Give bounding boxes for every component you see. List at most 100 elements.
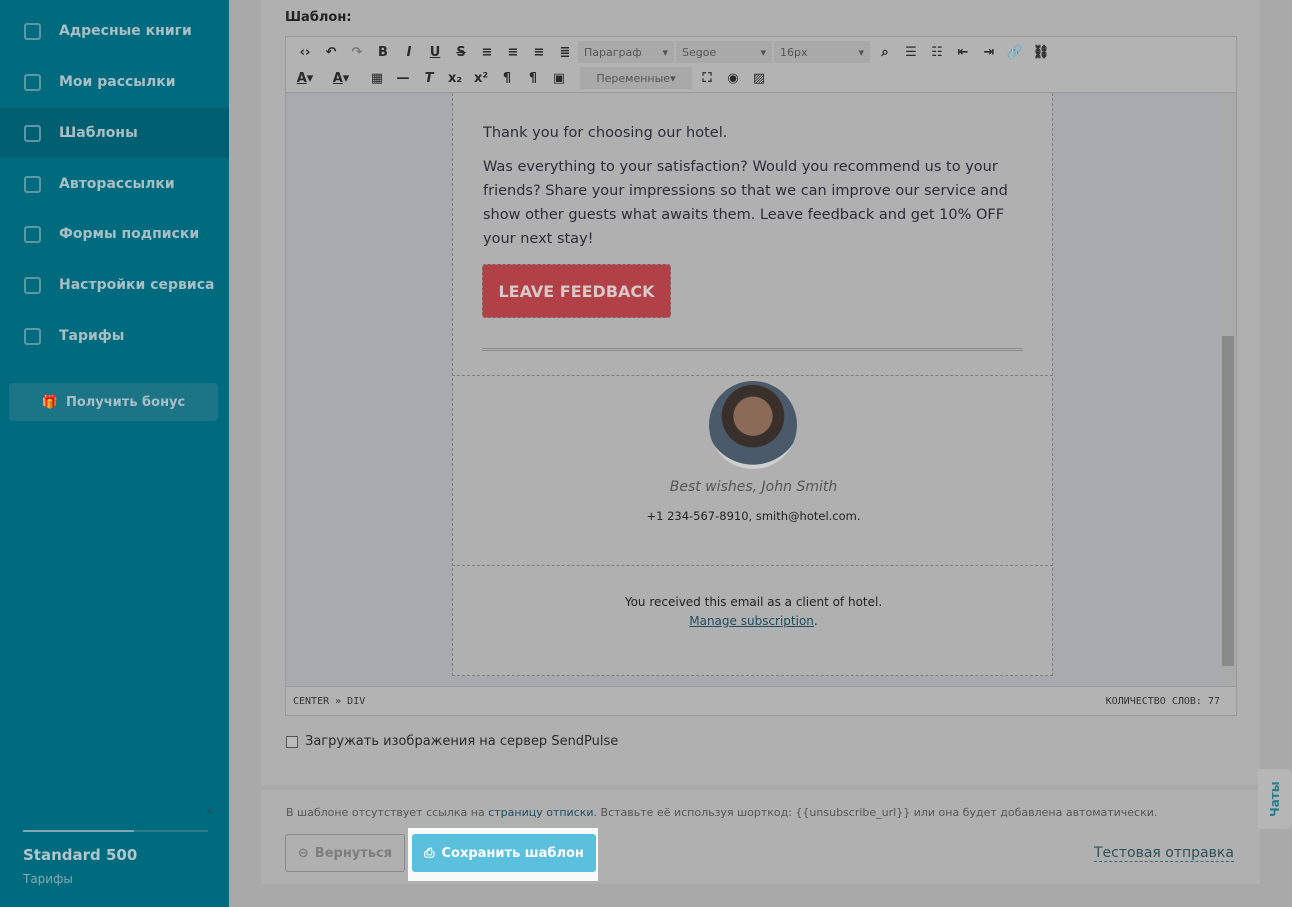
template-label: Шаблон: [285, 10, 352, 25]
bold-icon[interactable]: B [370, 45, 396, 60]
save-template-button[interactable]: ⎙ Сохранить шаблон [412, 834, 596, 872]
italic-icon[interactable]: I [396, 45, 422, 60]
indent-icon[interactable]: ⇥ [976, 45, 1002, 60]
fullscreen-icon[interactable]: ⛶ [694, 71, 720, 86]
source-code-icon[interactable]: ‹› [292, 45, 318, 60]
subscript-icon[interactable]: x₂ [442, 71, 468, 86]
underline-icon[interactable]: U [422, 45, 448, 60]
contacts: +1 234-567-8910, smith@hotel.com. [646, 509, 861, 523]
link-icon[interactable]: 🔗 [1002, 45, 1028, 60]
signature: Best wishes, John Smith [669, 479, 838, 495]
table-icon[interactable]: ▦ [364, 71, 390, 86]
image-icon[interactable]: ▨ [746, 71, 772, 86]
back-icon: ⊖ [297, 845, 309, 861]
size-value: 16px [780, 45, 808, 59]
ltr-icon[interactable]: ¶ [494, 71, 520, 86]
sidebar-item-address-books[interactable]: Адресные книги [0, 6, 229, 56]
align-center-icon[interactable]: ≡ [500, 45, 526, 60]
save-label: Сохранить шаблон [441, 845, 584, 861]
editor-scrollbar[interactable] [1220, 93, 1236, 686]
divider [482, 348, 1023, 351]
redo-icon[interactable]: ↷ [344, 45, 370, 60]
send-icon [24, 73, 41, 91]
section-divider [452, 375, 1053, 376]
sidebar-item-templates[interactable]: Шаблоны [0, 108, 229, 158]
form-icon [24, 225, 41, 243]
note-text: В шаблоне отсутствует ссылка на [286, 806, 489, 819]
plan-link[interactable]: Тарифы [23, 872, 73, 886]
scrollbar-thumb[interactable] [1222, 336, 1234, 666]
font-select[interactable]: Segoe ▾ [676, 41, 772, 63]
font-value: Segoe [682, 45, 717, 59]
footer-text: You received this email as a client of h… [624, 595, 883, 609]
avatar [709, 381, 797, 469]
unlink-icon[interactable]: ⛓ [1028, 45, 1054, 60]
align-left-icon[interactable]: ≡ [474, 45, 500, 60]
editor-statusbar: CENTER » DIV КОЛИЧЕСТВО СЛОВ: 77 [286, 686, 1236, 716]
sidebar-item-campaigns[interactable]: Мои рассылки [0, 57, 229, 107]
email-paragraph: Thank you for choosing our hotel. [483, 125, 728, 141]
format-value: Параграф [584, 45, 642, 59]
sidebar-item-forms[interactable]: Формы подписки [0, 209, 229, 259]
find-icon[interactable]: ⌕ [872, 45, 898, 60]
checkbox-label: Загружать изображения на сервер SendPuls… [305, 734, 619, 749]
plan-progress [23, 830, 208, 832]
background-color-icon[interactable]: A▾ [328, 71, 354, 86]
sidebar-item-pricing[interactable]: Тарифы [0, 311, 229, 361]
chevron-down-icon: ▾ [662, 45, 668, 59]
clear-format-icon[interactable]: T [416, 71, 442, 86]
sidebar-item-automation[interactable]: Авторассылки [0, 159, 229, 209]
manage-subscription-link[interactable]: Manage subscription [689, 614, 814, 628]
bonus-label: Получить бонус [65, 394, 186, 410]
sidebar: Адресные книги Мои рассылки Шаблоны Авто… [0, 0, 229, 907]
align-right-icon[interactable]: ≡ [526, 45, 552, 60]
test-send-link[interactable]: Тестовая отправка [1094, 845, 1234, 862]
unsubscribe-page-link[interactable]: страницу отписки [488, 806, 593, 819]
get-bonus-button[interactable]: 🎁 Получить бонус [9, 383, 218, 421]
collapse-sidebar-icon[interactable]: ‹ [206, 800, 213, 821]
chats-tab[interactable]: Чаты [1258, 769, 1292, 829]
gift-icon: 🎁 [41, 394, 58, 410]
sidebar-item-label: Настройки сервиса [59, 277, 215, 293]
media-icon[interactable]: ▣ [546, 71, 572, 86]
email-body: Thank you for choosing our hotel. Was ev… [452, 93, 1053, 676]
editor-content[interactable]: Thank you for choosing our hotel. Was ev… [286, 93, 1220, 686]
wallet-icon [24, 327, 41, 345]
email-paragraph: Was everything to your satisfaction? Wou… [483, 159, 1008, 247]
undo-icon[interactable]: ↶ [318, 45, 344, 60]
justify-icon[interactable]: ≣ [552, 45, 578, 60]
text-color-icon[interactable]: A▾ [292, 71, 318, 86]
back-button[interactable]: ⊖ Вернуться [285, 834, 405, 872]
punctuation: . [813, 614, 818, 628]
sidebar-item-settings[interactable]: Настройки сервиса [0, 260, 229, 310]
size-select[interactable]: 16px ▾ [774, 41, 870, 63]
element-path: CENTER » DIV [293, 696, 366, 707]
leave-feedback-button[interactable]: LEAVE FEEDBACK [482, 264, 671, 318]
chevron-down-icon: ▾ [670, 71, 676, 85]
numbered-list-icon[interactable]: ☷ [924, 45, 950, 60]
editor-toolbar: ‹› ↶ ↷ B I U S ≡ ≡ ≡ ≣ Параграф ▾ Segoe ▾ … [286, 37, 1236, 93]
manage-line: Manage subscription. [453, 614, 1054, 628]
upload-images-checkbox[interactable]: Загружать изображения на сервер SendPuls… [286, 734, 618, 749]
note-text: . Вставьте её используя шорткод: {{unsub… [593, 806, 1158, 819]
format-select[interactable]: Параграф ▾ [578, 41, 674, 63]
variables-value: Переменные [596, 71, 671, 85]
word-count: КОЛИЧЕСТВО СЛОВ: 77 [1105, 696, 1220, 707]
sidebar-item-label: Шаблоны [59, 125, 138, 141]
bulleted-list-icon[interactable]: ☰ [898, 45, 924, 60]
section-divider [452, 565, 1053, 566]
horizontal-rule-icon[interactable]: — [390, 71, 416, 86]
chevron-down-icon: ▾ [858, 45, 864, 59]
settings-icon [24, 276, 41, 294]
outdent-icon[interactable]: ⇤ [950, 45, 976, 60]
unsubscribe-note: В шаблоне отсутствует ссылка на страницу… [286, 806, 1157, 819]
sidebar-item-label: Мои рассылки [59, 74, 176, 90]
chevron-down-icon: ▾ [760, 45, 766, 59]
paragraph-icon[interactable]: ¶ [520, 71, 546, 86]
sidebar-item-label: Формы подписки [59, 226, 200, 242]
checkbox[interactable] [286, 735, 298, 748]
preview-icon[interactable]: ◉ [720, 71, 746, 86]
superscript-icon[interactable]: x² [468, 71, 494, 86]
variables-select[interactable]: Переменные ▾ [580, 67, 692, 89]
strikethrough-icon[interactable]: S [448, 45, 474, 60]
